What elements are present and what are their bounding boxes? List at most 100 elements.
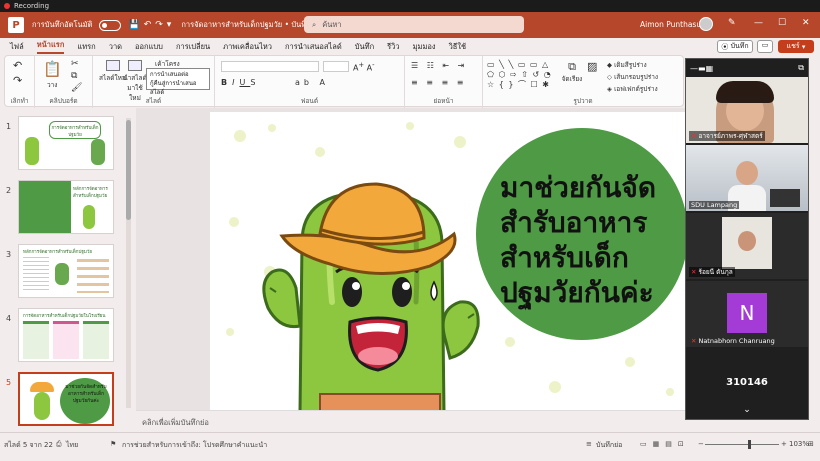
thumbnail-row[interactable]: 1 การจัดอาหารสำหรับเด็กปฐมวัย <box>0 116 130 172</box>
slide-title-line-4: ปฐมวัยกันค่ะ <box>500 276 654 309</box>
font-size-icons[interactable]: A+ A- <box>353 61 374 73</box>
format-painter-icon[interactable]: 🖌 <box>71 83 82 93</box>
thumbnail-row[interactable]: 5 มาช่วยกันจัดสำหรับอาหารสำหรับเด็กปฐมวั… <box>0 372 130 428</box>
arrange-icon: ⧉ <box>568 60 576 73</box>
user-avatar[interactable] <box>699 17 713 31</box>
tab-file[interactable]: ไฟล์ <box>10 41 24 53</box>
tab-draw[interactable]: วาด <box>109 41 122 53</box>
muted-mic-icon: ✕ <box>691 337 697 345</box>
participant-tile[interactable]: SDU Lampang <box>686 145 808 211</box>
thumbnail-row[interactable]: 4 การจัดอาหารสำหรับเด็กปฐมวัยในโรงเรียน <box>0 308 130 364</box>
paste-label[interactable]: วาง <box>47 80 57 90</box>
gallery-view-icon[interactable]: ▦ <box>706 64 714 73</box>
tab-help[interactable]: วิธีใช้ <box>449 41 467 53</box>
thumbnail-slide-2[interactable]: หลักการจัดอาหารสำหรับเด็กปฐมวัย <box>18 180 114 234</box>
thumbnails-scrollbar[interactable] <box>126 118 131 408</box>
shape-effects-button[interactable]: ◈ เอฟเฟกต์รูปร่าง <box>607 84 658 94</box>
participant-tile[interactable]: ✕ อาจารย์ภาพร-ศุฬาสตร์ <box>686 77 808 143</box>
ribbon-tabs: ไฟล์ หน้าแรก แทรก วาด ออกแบบ การเปลี่ยน … <box>0 38 820 55</box>
maximize-icon[interactable]: ☐ <box>778 18 786 28</box>
record-icon: ⦿ <box>721 42 729 51</box>
zoom-out-icon[interactable]: − <box>698 440 704 448</box>
redo-icon[interactable]: ↷ <box>13 74 22 87</box>
slideshow-popup[interactable]: การนำเสนอต่อ กู้คืนสู่การนำเสนอสไลด์ <box>146 68 210 96</box>
tab-home[interactable]: หน้าแรก <box>36 39 65 54</box>
thumbnail-slide-4[interactable]: การจัดอาหารสำหรับเด็กปฐมวัยในโรงเรียน <box>18 308 114 362</box>
chevron-down-icon[interactable]: ⌄ <box>686 405 808 415</box>
paste-icon[interactable]: 📋 <box>43 60 62 78</box>
zoom-level[interactable]: 103% <box>789 440 809 448</box>
shape-outline-icon: ◇ <box>607 73 612 81</box>
autosave-toggle[interactable] <box>98 19 121 31</box>
thumbnail-row[interactable]: 3 หลักการจัดอาหารสำหรับเด็กปฐมวัย <box>0 244 130 300</box>
spellcheck-icon[interactable]: ⎙ <box>56 440 62 449</box>
cut-icon[interactable]: ✂ <box>71 59 79 69</box>
cactus-icon <box>91 139 105 165</box>
arrange-button[interactable]: ⧉ จัดเรียง <box>561 60 583 84</box>
tab-animations[interactable]: ภาพเคลื่อนไหว <box>223 41 272 53</box>
accessibility-icon[interactable]: ⚑ <box>110 440 116 448</box>
tab-record[interactable]: บันทึก <box>355 41 374 53</box>
popup-resume[interactable]: การนำเสนอต่อ <box>150 70 206 79</box>
thumbnail-column <box>23 321 49 359</box>
fit-slide-icon[interactable]: ⊞ <box>808 440 814 448</box>
share-button[interactable]: แชร์ ▾ <box>778 40 814 53</box>
tab-transitions[interactable]: การเปลี่ยน <box>176 41 210 53</box>
popout-icon[interactable]: ⧉ <box>798 63 804 73</box>
participant-tile[interactable]: N ✕ Natnabhorn Chanruang <box>686 281 808 347</box>
minimize-icon[interactable]: — <box>754 18 763 28</box>
speaker-view-icon[interactable]: ▬ <box>698 64 706 73</box>
quick-access-icons[interactable]: 💾↶↷▾ <box>129 20 176 30</box>
list-icons[interactable]: ☰ ☷ ⇤ ⇥ <box>411 61 467 70</box>
notes-icon[interactable]: ≡ <box>586 440 592 448</box>
shape-fill-button[interactable]: ◆ เติมสีรูปร่าง <box>607 60 647 70</box>
popup-restore[interactable]: กู้คืนสู่การนำเสนอสไลด์ <box>150 79 206 97</box>
search-input[interactable]: ⌕ ค้นหา <box>304 16 524 33</box>
thumbnail-number: 3 <box>6 250 12 259</box>
notes-placeholder: คลิกเพื่อเพิ่มบันทึกย่อ <box>142 418 209 427</box>
font-color-icons[interactable]: ab A <box>295 78 329 87</box>
tab-insert[interactable]: แทรก <box>77 41 95 53</box>
thumbnail-slide-5[interactable]: มาช่วยกันจัดสำหรับอาหารสำหรับเด็กปฐมวัยก… <box>18 372 114 426</box>
tab-review[interactable]: รีวิว <box>387 41 399 53</box>
drawing-group: ▭ ╲ ╲ ▭ ▭ △ ⬠ ⬡ ⇨ ⇧ ↺ ◔ ☆ { } ⌒ ☐ ✱ ⧉ จัดเร… <box>483 56 683 108</box>
notes-pane[interactable]: คลิกเพื่อเพิ่มบันทึกย่อ <box>136 410 686 432</box>
pen-icon[interactable]: ✎ <box>728 18 736 28</box>
font-style-icons[interactable]: BIUS <box>221 78 260 87</box>
thumbnail-slide-3[interactable]: หลักการจัดอาหารสำหรับเด็กปฐมวัย <box>18 244 114 298</box>
close-icon[interactable]: ✕ <box>802 18 810 28</box>
align-icons[interactable]: ≡ ≡ ≡ ≡ <box>411 78 466 87</box>
tab-view[interactable]: มุมมอง <box>413 41 436 53</box>
laptop-icon <box>770 189 800 207</box>
zoom-in-icon[interactable]: + <box>781 440 787 448</box>
copy-icon[interactable]: ⧉ <box>71 71 77 81</box>
notes-toggle[interactable]: บันทึกย่อ <box>596 440 622 451</box>
minimize-panel-icon[interactable]: — <box>690 64 698 73</box>
thumbnail-slide-1[interactable]: การจัดอาหารสำหรับเด็กปฐมวัย <box>18 116 114 170</box>
powerpoint-logo-icon: P <box>8 17 24 33</box>
shape-outline-button[interactable]: ◇ เส้นกรอบรูปร่าง <box>607 72 658 82</box>
thumbnail-row[interactable]: 2 หลักการจัดอาหารสำหรับเด็กปฐมวัย <box>0 180 130 236</box>
slide-editor: มาช่วยกันจัด สำรับอาหาร สำหรับเด็ก ปฐมวั… <box>136 108 686 410</box>
accessibility-status[interactable]: การช่วยสำหรับการเข้าถึง: โปรดศึกษาคำแนะน… <box>122 440 267 451</box>
current-slide[interactable]: มาช่วยกันจัด สำรับอาหาร สำหรับเด็ก ปฐมวั… <box>210 112 686 410</box>
zoom-slider-thumb[interactable] <box>748 440 751 449</box>
language-indicator[interactable]: ไทย <box>66 440 78 451</box>
tab-design[interactable]: ออกแบบ <box>135 41 163 53</box>
view-switcher-icons[interactable]: ▭▦▤⊡ <box>640 440 690 448</box>
title-bar: P การบันทึกอัตโนมัติ 💾↶↷▾ การจัดอาหารสำห… <box>0 12 820 38</box>
slide-scrollbar[interactable] <box>810 110 820 420</box>
tab-slideshow[interactable]: การนำเสนอสไลด์ <box>285 41 342 53</box>
new-slide-icon <box>105 60 120 71</box>
font-name-dropdown[interactable] <box>221 61 319 72</box>
participant-tile[interactable]: ✕ ร้อยนี ตันกุล <box>686 213 808 279</box>
record-button[interactable]: ⦿ บันทึก <box>717 40 753 53</box>
scrollbar-thumb[interactable] <box>126 120 131 220</box>
slide-title[interactable]: มาช่วยกันจัด สำรับอาหาร สำหรับเด็ก ปฐมวั… <box>500 170 686 310</box>
shapes-gallery[interactable]: ▭ ╲ ╲ ▭ ▭ △ ⬠ ⬡ ⇨ ⇧ ↺ ◔ ☆ { } ⌒ ☐ ✱ <box>487 60 557 90</box>
undo-icon[interactable]: ↶ <box>13 59 22 72</box>
quick-styles-icon[interactable]: ▨ <box>587 60 597 73</box>
font-size-dropdown[interactable] <box>323 61 349 72</box>
comments-button[interactable]: ▭ <box>757 40 773 53</box>
zoom-slider[interactable] <box>705 444 779 445</box>
